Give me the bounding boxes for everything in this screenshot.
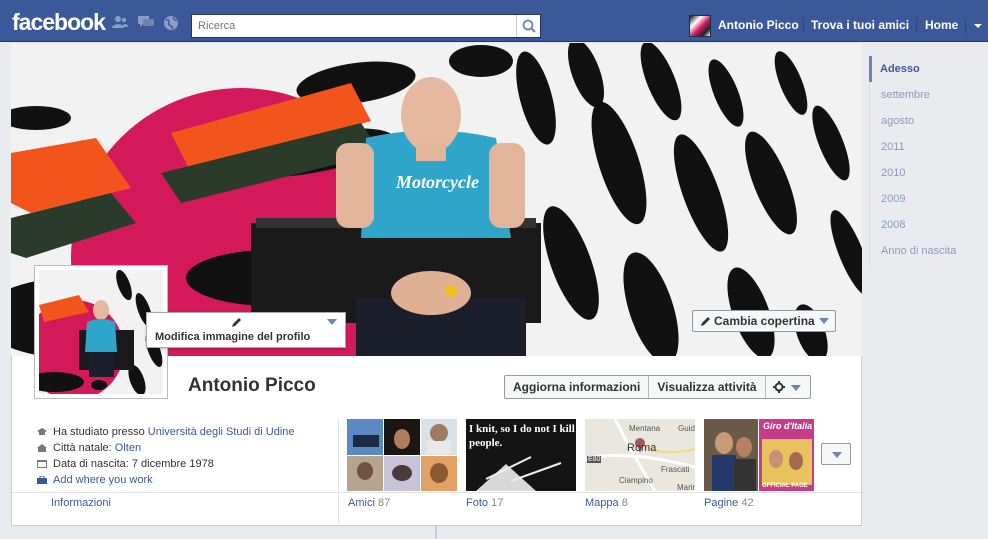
timeline-navigation: Adesso settembre agosto 2011 2010 2009 2…: [869, 56, 988, 266]
education-prefix: Ha studiato presso: [53, 426, 148, 438]
map-tile-label[interactable]: Mappa 8: [585, 497, 628, 509]
search-input[interactable]: [192, 15, 517, 37]
timeline-item-september[interactable]: settembre: [870, 82, 988, 108]
chevron-down-icon: [327, 319, 337, 325]
education-row: Ha studiato presso Università degli Stud…: [37, 424, 337, 440]
map-label[interactable]: Mappa: [585, 497, 619, 509]
map-place: Frascati: [661, 465, 690, 474]
search-button[interactable]: [516, 15, 540, 37]
home-link[interactable]: Home: [925, 14, 958, 36]
user-avatar[interactable]: [689, 15, 711, 37]
view-activity-button[interactable]: Visualizza attività: [649, 376, 766, 398]
pages-label[interactable]: Pagine: [704, 497, 738, 509]
globe-icon[interactable]: [163, 15, 179, 30]
education-link[interactable]: Università degli Studi di Udine: [148, 426, 295, 438]
chevron-down-icon: [819, 318, 829, 324]
edit-profile-picture-label: Modifica immagine del profilo: [155, 331, 311, 343]
timeline-item-2011[interactable]: 2011: [870, 134, 988, 160]
svg-text:Motorcycle: Motorcycle: [395, 172, 479, 192]
section-divider: [338, 418, 339, 524]
section-divider: [12, 492, 861, 493]
settings-dropdown-button[interactable]: [766, 376, 810, 398]
timeline-item-birth[interactable]: Anno di nascita: [870, 238, 988, 264]
pages-tile[interactable]: Giro d'Italia OFFICIAL PAGE: [704, 419, 814, 491]
map-count: 8: [621, 497, 628, 509]
add-work-link[interactable]: Add where you work: [53, 474, 153, 486]
pages-preview-title: Giro d'Italia: [763, 421, 813, 431]
photos-tile[interactable]: I knit, so I do not I kill people.: [466, 419, 576, 491]
timeline-item-now[interactable]: Adesso: [869, 56, 988, 82]
friends-count: 87: [377, 497, 391, 509]
gear-icon: [772, 381, 785, 393]
pages-count: 42: [741, 497, 754, 509]
friends-tile-label[interactable]: Amici 87: [348, 497, 390, 509]
chevron-down-icon: [832, 452, 842, 458]
about-summary: Ha studiato presso Università degli Stud…: [37, 424, 337, 488]
top-navigation-bar: facebook Antonio Picco Trova i tuoi amic…: [0, 0, 988, 42]
photos-label[interactable]: Foto: [466, 497, 488, 509]
house-icon: [37, 444, 47, 452]
map-place: Roma: [627, 442, 657, 454]
map-place: Guidonia: [678, 424, 695, 433]
search-box: [191, 14, 541, 38]
find-friends-link[interactable]: Trova i tuoi amici: [811, 14, 909, 36]
messages-icon[interactable]: [138, 15, 154, 29]
update-info-button[interactable]: Aggiorna informazioni: [505, 376, 650, 398]
more-tiles-button[interactable]: [821, 443, 851, 465]
map-place: Mentana: [629, 424, 661, 433]
pages-preview-caption: OFFICIAL PAGE: [762, 483, 808, 489]
chevron-down-icon: [974, 24, 982, 28]
map-road-label: E80: [587, 456, 602, 463]
timeline-item-2009[interactable]: 2009: [870, 186, 988, 212]
friends-icon[interactable]: [112, 15, 128, 29]
pencil-icon: [701, 317, 710, 326]
nav-divider: [965, 18, 966, 34]
timeline-item-august[interactable]: agosto: [870, 108, 988, 134]
pencil-icon: [232, 318, 241, 327]
change-cover-label: Cambia copertina: [714, 314, 815, 328]
chevron-down-icon: [790, 385, 801, 391]
friends-label[interactable]: Amici: [348, 497, 375, 509]
hometown-row: Città natale: Olten: [37, 440, 337, 456]
friends-photo-grid: [347, 419, 457, 491]
briefcase-icon: [37, 476, 47, 484]
profile-picture-image: [39, 270, 163, 394]
calendar-icon: [37, 460, 47, 468]
birthdate-row: Data di nascita: 7 dicembre 1978: [37, 456, 337, 472]
account-menu-button[interactable]: [969, 14, 987, 36]
hometown-link[interactable]: Olten: [115, 442, 141, 454]
map-place: Marino: [677, 483, 695, 491]
profile-actions: Aggiorna informazioni Visualizza attivit…: [504, 375, 811, 399]
friends-tile[interactable]: [347, 419, 457, 491]
photos-preview-caption: I knit, so I do not I kill people.: [469, 423, 575, 449]
photos-tile-label[interactable]: Foto 17: [466, 497, 503, 509]
add-work-row: Add where you work: [37, 472, 337, 488]
about-link[interactable]: Informazioni: [51, 497, 111, 509]
pages-tile-label[interactable]: Pagine 42: [704, 497, 754, 509]
change-cover-button[interactable]: Cambia copertina: [692, 310, 836, 332]
search-icon: [522, 19, 536, 33]
edit-profile-picture-menu[interactable]: Modifica immagine del profilo: [146, 312, 346, 348]
hometown-prefix: Città natale:: [53, 442, 115, 454]
birthdate-text: Data di nascita: 7 dicembre 1978: [53, 458, 214, 470]
photos-count: 17: [491, 497, 504, 509]
timeline-item-2010[interactable]: 2010: [870, 160, 988, 186]
map-place: Ciampino: [619, 476, 653, 485]
timeline-item-2008[interactable]: 2008: [870, 212, 988, 238]
timeline-spine: [435, 526, 437, 539]
nav-divider: [803, 18, 804, 34]
map-tile[interactable]: Mentana Guidonia Roma Frascati Ciampino …: [585, 419, 695, 491]
profile-name: Antonio Picco: [188, 375, 316, 396]
nav-divider: [916, 18, 917, 34]
facebook-logo[interactable]: facebook: [12, 9, 106, 36]
graduation-cap-icon: [37, 428, 47, 435]
profile-link[interactable]: Antonio Picco: [718, 14, 799, 36]
